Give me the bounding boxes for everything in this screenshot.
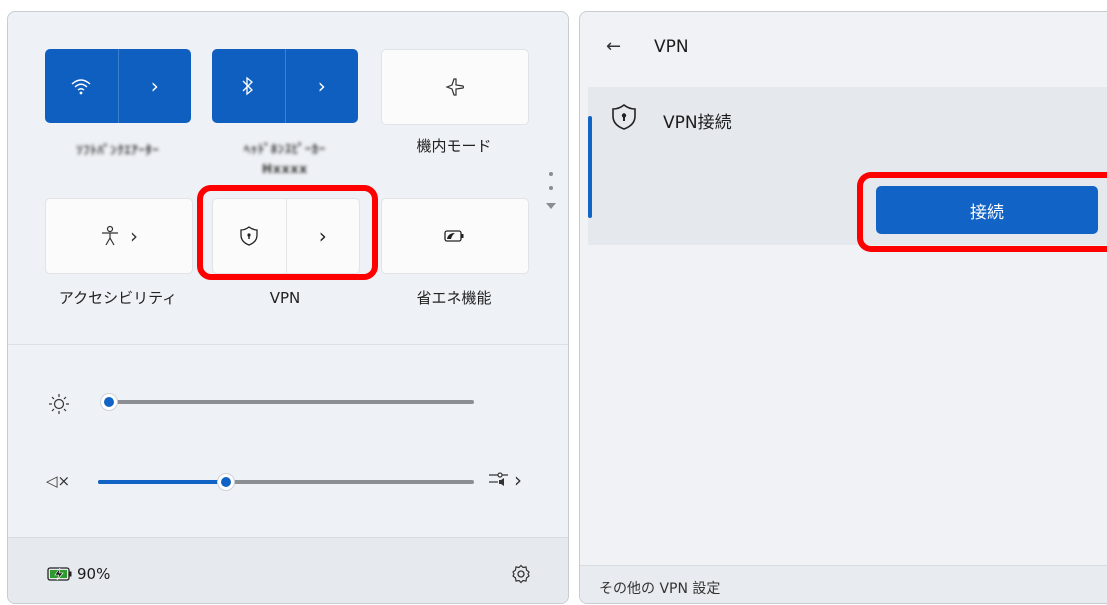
vpn-connection-name: VPN接続 bbox=[663, 113, 732, 133]
shield-icon bbox=[612, 104, 636, 130]
battery-charging-icon bbox=[47, 567, 72, 581]
bluetooth-expand-button[interactable]: › bbox=[284, 49, 359, 123]
sun-icon bbox=[49, 394, 69, 414]
wifi-toggle[interactable] bbox=[45, 49, 118, 123]
chevron-down-icon[interactable] bbox=[545, 202, 557, 210]
airplane-icon bbox=[445, 78, 465, 96]
brightness-slider-thumb[interactable] bbox=[100, 393, 118, 411]
panel-title: VPN bbox=[654, 37, 689, 57]
wifi-label: ｿﾌﾄﾊﾞﾝｸｴｱｰﾀｰ bbox=[76, 143, 160, 157]
volume-slider-fill bbox=[98, 480, 224, 484]
battery-saver-label: 省エネ機能 bbox=[416, 289, 492, 307]
airplane-mode-label: 機内モード bbox=[416, 137, 492, 155]
vpn-panel: ← VPN VPN接続 接続 その他の VPN 設定 bbox=[579, 11, 1107, 604]
chevron-right-icon: › bbox=[514, 468, 522, 492]
connect-button-highlight bbox=[857, 172, 1107, 252]
battery-saver-icon bbox=[444, 230, 464, 242]
chevron-right-icon: › bbox=[317, 74, 326, 98]
vpn-tile-highlight bbox=[197, 185, 378, 280]
page-indicator[interactable] bbox=[545, 172, 557, 232]
brightness-slider-track[interactable] bbox=[104, 400, 474, 404]
volume-slider-thumb[interactable] bbox=[217, 473, 235, 491]
divider bbox=[8, 344, 568, 345]
accessibility-icon bbox=[102, 225, 118, 246]
speaker-muted-icon[interactable]: ◁× bbox=[46, 472, 70, 490]
battery-percent: 90% bbox=[77, 565, 111, 583]
bluetooth-label: ﾍｯﾄﾞﾎﾝｽﾋﾟｰｶｰ Hxxxx bbox=[243, 142, 326, 176]
accessibility-tile[interactable]: › bbox=[45, 198, 193, 274]
back-button[interactable]: ← bbox=[606, 36, 621, 57]
airplane-mode-tile[interactable] bbox=[381, 49, 529, 125]
accessibility-label: アクセシビリティ bbox=[58, 289, 178, 307]
quick-settings-panel: › ｿﾌﾄﾊﾞﾝｸｴｱｰﾀｰ › ﾍｯﾄﾞﾎﾝｽﾋﾟｰｶｰ Hxxxx 機内モー… bbox=[7, 11, 569, 604]
gear-icon[interactable] bbox=[511, 564, 531, 584]
wifi-tile[interactable]: › bbox=[45, 49, 191, 123]
audio-output-button[interactable]: › bbox=[488, 470, 522, 490]
wifi-expand-button[interactable]: › bbox=[117, 49, 192, 123]
more-vpn-settings-link[interactable]: その他の VPN 設定 bbox=[599, 578, 720, 598]
quick-settings-footer: 90% bbox=[8, 537, 568, 603]
wifi-icon bbox=[71, 79, 91, 95]
audio-output-icon bbox=[489, 472, 508, 486]
bluetooth-toggle[interactable] bbox=[212, 49, 285, 123]
vpn-panel-footer: その他の VPN 設定 bbox=[580, 565, 1107, 603]
chevron-right-icon: › bbox=[150, 74, 159, 98]
vpn-label: VPN bbox=[269, 289, 301, 307]
chevron-right-icon: › bbox=[130, 224, 138, 248]
battery-status[interactable]: 90% bbox=[47, 565, 110, 583]
battery-saver-tile[interactable] bbox=[381, 198, 529, 274]
bluetooth-tile[interactable]: › bbox=[212, 49, 358, 123]
selection-indicator bbox=[588, 116, 592, 218]
bluetooth-icon bbox=[242, 76, 254, 96]
